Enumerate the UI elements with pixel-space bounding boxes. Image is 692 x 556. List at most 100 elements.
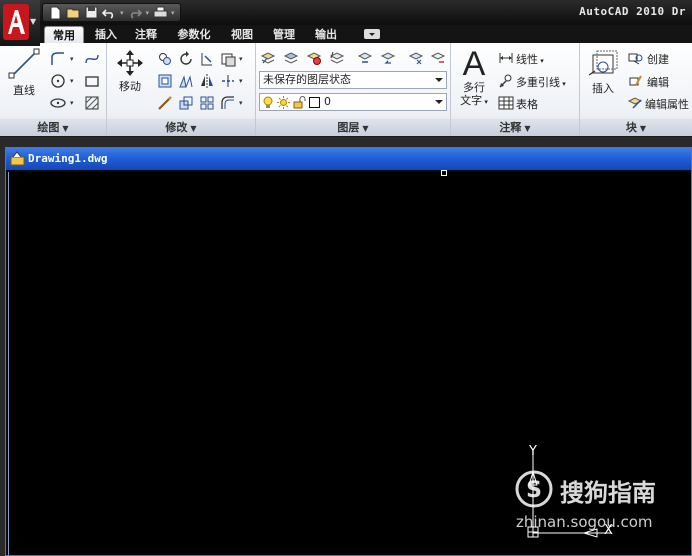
new-icon[interactable]: [47, 5, 63, 21]
modify-panel-title[interactable]: 修改 ▼: [107, 119, 255, 136]
block-panel-title[interactable]: 块 ▼: [580, 119, 692, 136]
polyline-dropdown-icon[interactable]: ▾: [70, 55, 74, 63]
layer-state-dropdown[interactable]: 未保存的图层状态: [259, 71, 447, 89]
array-icon[interactable]: [177, 94, 195, 112]
scale-icon[interactable]: [156, 94, 174, 112]
ucs-y-label: Y: [529, 444, 537, 459]
explode-icon[interactable]: [219, 72, 237, 90]
circle-dropdown-icon[interactable]: ▾: [70, 77, 74, 85]
rotate-icon[interactable]: [177, 50, 195, 68]
layers-panel: 未保存的图层状态 0 图层 ▼: [256, 43, 451, 136]
multiline-text-button[interactable]: A 多行 文字 ▾: [457, 47, 491, 109]
layer-match-icon[interactable]: [356, 49, 374, 67]
draw-panel: 直线 ▾ ▾ ▾ 绘图 ▼: [0, 43, 107, 136]
ellipse-icon[interactable]: [49, 94, 67, 112]
offset-dropdown-icon[interactable]: ▾: [239, 99, 243, 107]
table-icon: [497, 94, 515, 112]
layer-freeze-icon[interactable]: [407, 49, 425, 67]
tab-view[interactable]: 视图: [224, 26, 260, 43]
draw-panel-title[interactable]: 绘图 ▼: [0, 119, 106, 136]
ellipse-dropdown-icon[interactable]: ▾: [70, 99, 74, 107]
layers-panel-title[interactable]: 图层 ▼: [256, 119, 450, 136]
polyline-icon[interactable]: [49, 50, 67, 68]
layer-off-icon[interactable]: [429, 49, 447, 67]
watermark-brand: 搜狗指南: [560, 479, 656, 507]
app-title: AutoCAD 2010 Dr: [579, 5, 686, 18]
tab-output[interactable]: 输出: [308, 26, 344, 43]
autocad-logo-icon: [3, 4, 29, 40]
offset-icon[interactable]: [219, 94, 237, 112]
undo-icon[interactable]: [101, 5, 117, 21]
ribbon-minimize-button[interactable]: [364, 29, 380, 39]
layer-name-value: 0: [324, 95, 331, 108]
layer-previous-icon[interactable]: [379, 49, 397, 67]
line-icon: [8, 48, 40, 79]
layer-color-swatch: [309, 97, 320, 108]
linear-dimension-button[interactable]: 线性 ▾: [516, 51, 544, 67]
multileader-icon: [497, 72, 515, 90]
erase-dropdown-icon[interactable]: ▾: [239, 55, 243, 63]
tab-manage[interactable]: 管理: [266, 26, 302, 43]
tab-home[interactable]: 常用: [44, 26, 84, 43]
redo-icon[interactable]: [127, 5, 143, 21]
layer-properties-icon[interactable]: [259, 49, 277, 67]
copy-icon[interactable]: [156, 50, 174, 68]
line-button[interactable]: 直线: [6, 47, 42, 97]
undo-dropdown-icon[interactable]: ▾: [120, 9, 124, 17]
annotation-panel: A 多行 文字 ▾ 线性 ▾ 多重引线 ▾ 表格 注释 ▼: [451, 43, 580, 136]
plot-icon[interactable]: [152, 5, 168, 21]
unlock-icon: [293, 96, 306, 109]
sun-icon: [277, 96, 290, 109]
app-menu-arrow-icon: ▼: [30, 17, 37, 26]
application-menu-button[interactable]: ▼: [0, 0, 40, 46]
explode-dropdown-icon[interactable]: ▾: [239, 77, 243, 85]
sogou-logo-icon: S: [515, 470, 553, 508]
pickbox-cursor: [441, 170, 447, 176]
move-icon: [117, 50, 143, 76]
quick-access-toolbar: ▾ ▾ ▾: [42, 3, 181, 22]
watermark-url: zhinan.sogou.com: [516, 513, 653, 531]
customize-icon[interactable]: ▾: [171, 9, 175, 17]
edit-block-button[interactable]: 编辑: [647, 74, 669, 90]
erase-icon[interactable]: [219, 50, 237, 68]
insert-block-button[interactable]: 插入: [586, 49, 620, 95]
table-button[interactable]: 表格: [516, 96, 538, 112]
tab-annotate[interactable]: 注释: [128, 26, 164, 43]
layer-state-dropdown-arrow-icon: [435, 78, 443, 86]
layer-state-value: 未保存的图层状态: [263, 73, 351, 86]
ribbon: 直线 ▾ ▾ ▾ 绘图 ▼ 移动 ▾ ▾ ▾ 修改 ▼ 未保存的图层状态 0 图…: [0, 43, 692, 136]
svg-text:S: S: [526, 478, 542, 503]
create-block-button[interactable]: 创建: [647, 51, 669, 67]
move-button[interactable]: 移动: [115, 49, 145, 93]
fillet-icon[interactable]: [198, 72, 216, 90]
lightbulb-icon: [263, 96, 273, 108]
mirror-icon[interactable]: [177, 72, 195, 90]
drawing-titlebar[interactable]: Drawing1.dwg: [6, 148, 691, 170]
edit-block-icon: [626, 72, 644, 90]
hatch-icon[interactable]: [83, 94, 101, 112]
text-a-icon: A: [462, 45, 486, 83]
trim-icon[interactable]: [198, 50, 216, 68]
drawing-title: Drawing1.dwg: [28, 152, 108, 165]
edit-attributes-button[interactable]: 编辑属性: [645, 96, 689, 112]
redo-dropdown-icon[interactable]: ▾: [146, 9, 150, 17]
drawing-file-icon: [10, 151, 25, 166]
stretch-icon[interactable]: [156, 72, 174, 90]
open-icon[interactable]: [65, 5, 81, 21]
layer-unisolate-icon[interactable]: [328, 49, 346, 67]
mtext-label-1: 多行: [463, 81, 485, 94]
spline-icon[interactable]: [83, 50, 101, 68]
tab-insert[interactable]: 插入: [88, 26, 124, 43]
multileader-button[interactable]: 多重引线 ▾: [516, 74, 566, 90]
layer-isolate-icon[interactable]: [305, 49, 323, 67]
grid-array-icon[interactable]: [198, 94, 216, 112]
save-icon[interactable]: [83, 5, 99, 21]
insert-block-icon: [588, 50, 618, 76]
rectangle-icon[interactable]: [83, 72, 101, 90]
tab-parametric[interactable]: 参数化: [170, 26, 218, 43]
circle-icon[interactable]: [49, 72, 67, 90]
insert-block-label: 插入: [592, 82, 614, 95]
annotation-panel-title[interactable]: 注释 ▼: [451, 119, 579, 136]
layer-state-icon[interactable]: [282, 49, 300, 67]
layer-dropdown[interactable]: 0: [259, 93, 447, 111]
